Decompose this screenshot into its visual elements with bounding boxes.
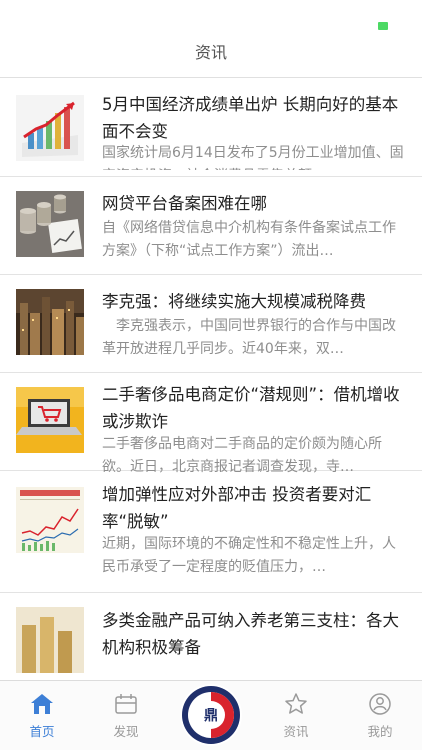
tab-label: 资讯 [283,724,309,739]
tab-profile[interactable]: 我的 [338,681,422,750]
tab-home[interactable]: 首页 [0,681,84,750]
city-night-thumbnail [16,289,84,355]
news-item[interactable]: 增加弹性应对外部冲击 投资者要对汇率“脱敏” 近期，国际环境的不确定性和不稳定性… [0,471,422,593]
page-title: 资讯 [194,43,227,62]
tab-news[interactable]: 资讯 [254,681,338,750]
logo-char: 鼎 [204,707,218,724]
news-title: 增加弹性应对外部冲击 投资者要对汇率“脱敏” [102,485,372,531]
news-item[interactable]: 多类金融产品可纳入养老第三支柱：各大机构积极筹备 [0,593,422,680]
tab-label: 首页 [29,724,55,739]
status-bar [0,0,422,34]
news-title: 二手奢侈品电商定价“潜规则”：借机增收或涉欺诈 [102,385,400,431]
news-title: 李克强：将继续实施大规模减税降费 [102,292,366,311]
tab-label: 我的 [367,724,393,739]
news-summary: 国家统计局6月14日发布了5月份工业增加值、固定资产投资、社会消费品零售总额… [102,145,404,170]
news-summary: 自《网络借贷信息中介机构有条件备案试点工作方案》（下称“试点工作方案”）流出… [102,220,396,259]
star-icon [285,693,307,714]
news-title: 多类金融产品可纳入养老第三支柱：各大机构积极筹备 [102,611,399,657]
discover-icon [115,694,137,714]
news-title: 5月中国经济成绩单出炉 长期向好的基本面不会变 [102,95,399,141]
news-item[interactable]: 二手奢侈品电商定价“潜规则”：借机增收或涉欺诈 二手奢侈品电商对二手商品的定价颇… [0,373,422,475]
app-logo-icon: 鼎 [180,684,242,746]
coins-chart-thumbnail [16,191,84,257]
news-item[interactable]: 李克强：将继续实施大规模减税降费 李克强表示，中国同世界银行的合作与中国改革开放… [0,275,422,373]
growth-chart-thumbnail [16,95,84,161]
profile-icon [369,693,391,715]
news-summary: 李克强表示，中国同世界银行的合作与中国改革开放进程几乎同步。近40年来，双… [102,318,396,357]
exchange-rate-chart-thumbnail [16,487,84,553]
nav-header: 资讯 [0,34,422,78]
tab-discover[interactable]: 发现 [84,681,168,750]
news-item[interactable]: 网贷平台备案困难在哪 自《网络借贷信息中介机构有条件备案试点工作方案》（下称“试… [0,177,422,275]
home-icon [31,694,53,714]
news-list: 5月中国经济成绩单出炉 长期向好的基本面不会变 国家统计局6月14日发布了5月份… [0,79,422,680]
laptop-cart-thumbnail [16,387,84,453]
news-title: 网贷平台备案困难在哪 [102,194,267,213]
battery-icon [378,22,388,30]
tab-label: 发现 [113,724,139,739]
center-logo-button[interactable]: 鼎 [179,683,243,747]
gold-coins-thumbnail [16,607,84,673]
news-item[interactable]: 5月中国经济成绩单出炉 长期向好的基本面不会变 国家统计局6月14日发布了5月份… [0,79,422,177]
news-summary: 近期，国际环境的不确定性和不稳定性上升，人民币承受了一定程度的贬值压力，… [102,536,396,575]
